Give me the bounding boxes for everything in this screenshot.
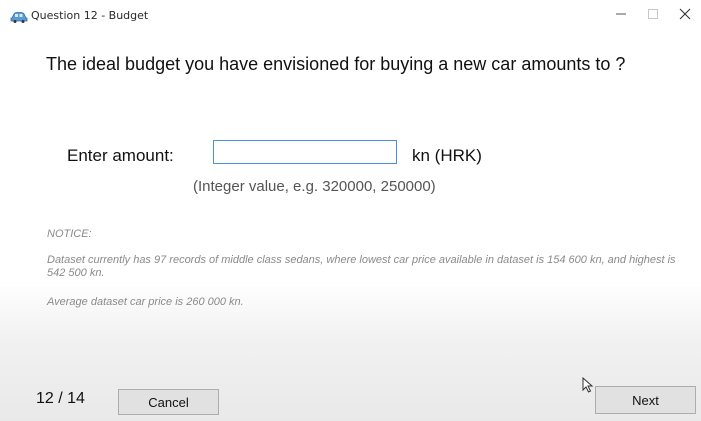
mouse-pointer-icon	[582, 376, 596, 393]
close-button[interactable]	[670, 5, 700, 27]
amount-label: Enter amount:	[67, 146, 174, 165]
question-dialog: Question 12 - Budget The ideal budget yo…	[0, 0, 701, 421]
title-bar: Question 12 - Budget	[0, 0, 701, 32]
currency-unit-label: kn (HRK)	[412, 146, 482, 165]
minimize-button[interactable]	[606, 5, 636, 27]
next-button[interactable]: Next	[595, 386, 696, 414]
close-icon	[679, 7, 691, 25]
minimize-icon	[615, 7, 627, 25]
cancel-button[interactable]: Cancel	[118, 389, 219, 415]
amount-input[interactable]	[213, 140, 397, 164]
page-counter: 12 / 14	[36, 390, 85, 407]
amount-hint: (Integer value, e.g. 320000, 250000)	[193, 178, 436, 195]
notice-body: Dataset currently has 97 records of midd…	[47, 254, 676, 279]
maximize-button[interactable]	[638, 5, 668, 27]
car-icon	[10, 10, 28, 23]
notice-average: Average dataset car price is 260 000 kn.	[47, 296, 244, 308]
question-text: The ideal budget you have envisioned for…	[46, 54, 626, 74]
maximize-icon	[647, 7, 659, 25]
notice-title: NOTICE:	[47, 228, 92, 240]
window-title: Question 12 - Budget	[31, 9, 149, 22]
